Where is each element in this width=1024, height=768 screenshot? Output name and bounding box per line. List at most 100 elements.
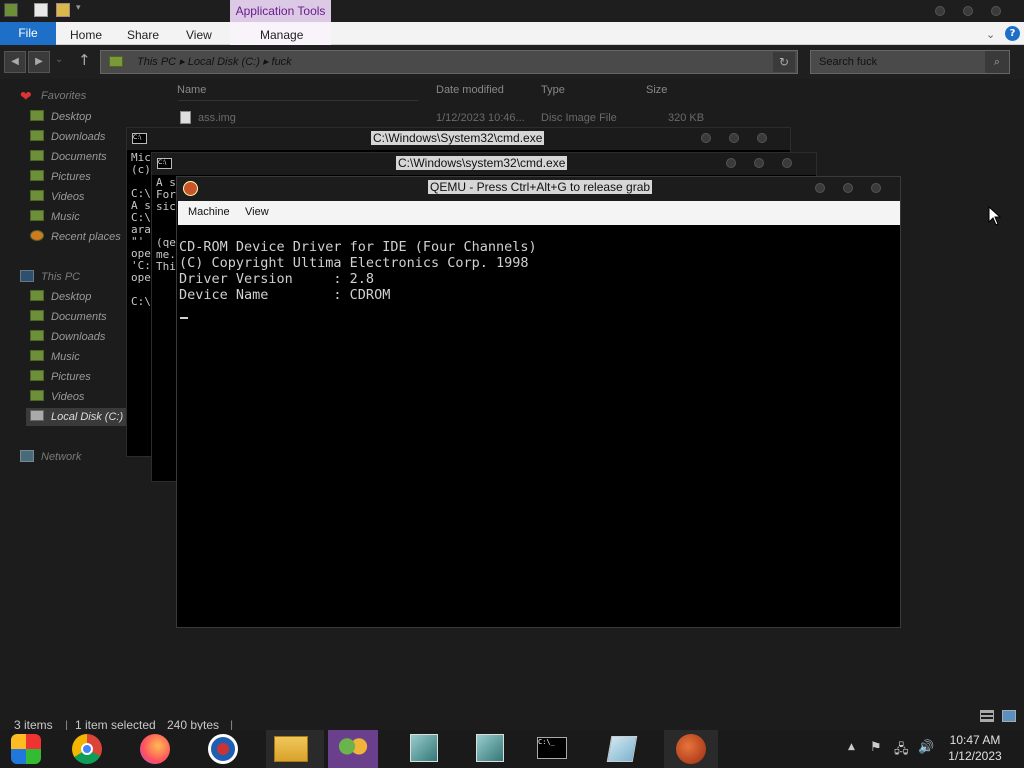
- address-bar[interactable]: This PC ▸ Local Disk (C:) ▸ fuck ↻: [100, 50, 798, 74]
- taskbar-installer-2[interactable]: [466, 730, 512, 768]
- tab-home[interactable]: Home: [70, 22, 102, 45]
- cmd2-maximize-button[interactable]: [754, 158, 764, 168]
- qemu-minimize-button[interactable]: [815, 183, 825, 193]
- qemu-maximize-button[interactable]: [843, 183, 853, 193]
- taskbar-cmd[interactable]: C:\_: [528, 730, 576, 768]
- desktop-icon: [30, 110, 44, 121]
- nav-this-pc[interactable]: This PC: [20, 270, 80, 283]
- menu-machine[interactable]: Machine: [188, 206, 230, 218]
- nav-item-pc-downloads[interactable]: Downloads: [30, 330, 105, 343]
- header-divider: [178, 100, 418, 101]
- firefox-icon: [140, 734, 170, 764]
- explorer-minimize-button[interactable]: [935, 6, 945, 16]
- qemu-display[interactable]: CD-ROM Device Driver for IDE (Four Chann…: [179, 239, 537, 303]
- menu-view[interactable]: View: [245, 206, 269, 218]
- disc-image-icon: [180, 111, 191, 124]
- nav-item-documents[interactable]: Documents: [30, 150, 107, 163]
- nav-item-pc-pictures[interactable]: Pictures: [30, 370, 91, 383]
- taskbar-notepad[interactable]: [598, 730, 646, 768]
- column-type[interactable]: Type: [541, 84, 565, 96]
- star-icon: ❤: [20, 88, 32, 104]
- qemu-close-button[interactable]: [871, 183, 881, 193]
- network-tray-icon[interactable]: 🖧: [894, 740, 909, 762]
- chrome-icon: [72, 734, 102, 764]
- nav-item-videos[interactable]: Videos: [30, 190, 84, 203]
- tab-view[interactable]: View: [186, 22, 212, 45]
- large-icons-view-icon[interactable]: [1002, 710, 1016, 722]
- taskbar-installer[interactable]: [400, 730, 446, 768]
- cmd1-minimize-button[interactable]: [701, 133, 711, 143]
- nav-item-music[interactable]: Music: [30, 210, 80, 223]
- cmd2-minimize-button[interactable]: [726, 158, 736, 168]
- properties-icon[interactable]: [34, 3, 48, 17]
- tab-manage[interactable]: Manage: [260, 22, 303, 45]
- nav-item-pc-music[interactable]: Music: [30, 350, 80, 363]
- search-icon[interactable]: ⌕: [985, 51, 1009, 73]
- cmd-window-1-titlebar[interactable]: C:\ C:\Windows\System32\cmd.exe: [127, 128, 790, 150]
- taskbar-file-explorer[interactable]: [266, 730, 324, 768]
- qemu-titlebar[interactable]: QEMU - Press Ctrl+Alt+G to release grab: [177, 177, 900, 201]
- cmd1-maximize-button[interactable]: [729, 133, 739, 143]
- folder-icon[interactable]: [4, 3, 18, 17]
- ribbon-expand-icon[interactable]: ⌄: [986, 22, 995, 45]
- cmd-window-2-output: A s For sic (qe me. Thi: [156, 176, 176, 273]
- network-users-icon: [338, 736, 368, 762]
- file-size: 320 KB: [668, 112, 705, 124]
- explorer-maximize-button[interactable]: [963, 6, 973, 16]
- help-icon[interactable]: ?: [1005, 26, 1020, 41]
- nav-item-pc-desktop[interactable]: Desktop: [30, 290, 91, 303]
- taskbar-network-users[interactable]: [328, 730, 378, 768]
- back-button[interactable]: ◀: [4, 51, 26, 73]
- up-arrow-icon[interactable]: ↑: [78, 51, 91, 69]
- search-input[interactable]: Search fuck ⌕: [810, 50, 1010, 74]
- nav-item-recent-places[interactable]: Recent places: [30, 230, 121, 243]
- new-folder-icon[interactable]: [56, 3, 70, 17]
- nav-network[interactable]: Network: [20, 450, 81, 463]
- qemu-title: QEMU - Press Ctrl+Alt+G to release grab: [428, 180, 653, 194]
- qemu-window[interactable]: QEMU - Press Ctrl+Alt+G to release grab …: [176, 176, 901, 628]
- pictures-icon: [30, 370, 44, 381]
- column-size[interactable]: Size: [646, 84, 667, 96]
- nav-item-pictures[interactable]: Pictures: [30, 170, 91, 183]
- search-placeholder: Search fuck: [819, 56, 878, 68]
- refresh-icon[interactable]: ↻: [773, 52, 795, 72]
- cmd1-close-button[interactable]: [757, 133, 767, 143]
- qa-dropdown-icon[interactable]: ▾: [76, 3, 90, 17]
- column-date[interactable]: Date modified: [436, 84, 504, 96]
- forward-button[interactable]: ▶: [28, 51, 50, 73]
- opera-icon: [208, 734, 238, 764]
- drive-icon: [30, 410, 44, 421]
- music-icon: [30, 210, 44, 221]
- action-center-flag-icon[interactable]: ⚑: [870, 740, 882, 755]
- explorer-close-button[interactable]: [991, 6, 1001, 16]
- installer2-icon: [476, 734, 504, 762]
- taskbar-firefox[interactable]: [128, 730, 186, 768]
- nav-item-local-disk[interactable]: Local Disk (C:): [30, 410, 123, 423]
- column-name[interactable]: Name: [177, 84, 206, 96]
- documents-icon: [30, 150, 44, 161]
- tab-file[interactable]: File: [0, 22, 56, 45]
- tray-expand-icon[interactable]: ▲: [848, 742, 855, 752]
- clock[interactable]: 10:47 AM 1/12/2023: [930, 732, 1020, 764]
- taskbar-opera[interactable]: [196, 730, 254, 768]
- cmd-window-2-titlebar[interactable]: C:\ C:\Windows\system32\cmd.exe: [152, 153, 816, 175]
- nav-item-pc-documents[interactable]: Documents: [30, 310, 107, 323]
- nav-item-desktop[interactable]: Desktop: [30, 110, 91, 123]
- file-type: Disc Image File: [541, 112, 617, 124]
- videos-icon: [30, 190, 44, 201]
- cmd2-close-button[interactable]: [782, 158, 792, 168]
- downloads-icon: [30, 130, 44, 141]
- tab-share[interactable]: Share: [127, 22, 159, 45]
- start-button[interactable]: [0, 730, 52, 768]
- taskbar-chrome[interactable]: [60, 730, 118, 768]
- recent-locations-icon[interactable]: ⌄: [55, 54, 63, 65]
- recent-places-icon: [30, 230, 44, 241]
- nav-item-downloads[interactable]: Downloads: [30, 130, 105, 143]
- windows-media-icon: [11, 734, 41, 764]
- clock-date: 1/12/2023: [948, 749, 1002, 763]
- nav-favorites[interactable]: ❤ Favorites: [20, 88, 86, 104]
- taskbar-qemu[interactable]: [664, 730, 718, 768]
- status-bar: 3 items | 1 item selected 240 bytes |: [0, 708, 1024, 732]
- details-view-icon[interactable]: [980, 710, 994, 722]
- nav-item-pc-videos[interactable]: Videos: [30, 390, 84, 403]
